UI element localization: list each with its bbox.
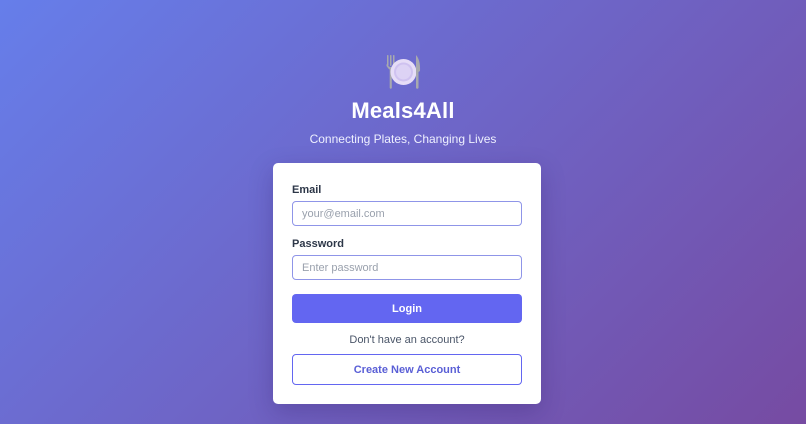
plate-with-cutlery-icon: [386, 55, 421, 89]
signup-prompt: Don't have an account?: [349, 334, 465, 346]
email-input[interactable]: [292, 201, 522, 226]
app-header: Meals4All Connecting Plates, Changing Li…: [0, 52, 806, 147]
app-title: Meals4All: [351, 98, 455, 123]
email-label: Email: [292, 184, 322, 196]
app-tagline: Connecting Plates, Changing Lives: [309, 132, 497, 146]
password-label: Password: [292, 238, 344, 250]
login-card: Email Password Login Don't have an accou…: [273, 163, 541, 404]
create-account-button[interactable]: Create New Account: [292, 354, 522, 385]
login-button[interactable]: Login: [292, 294, 522, 323]
password-input[interactable]: [292, 255, 522, 280]
